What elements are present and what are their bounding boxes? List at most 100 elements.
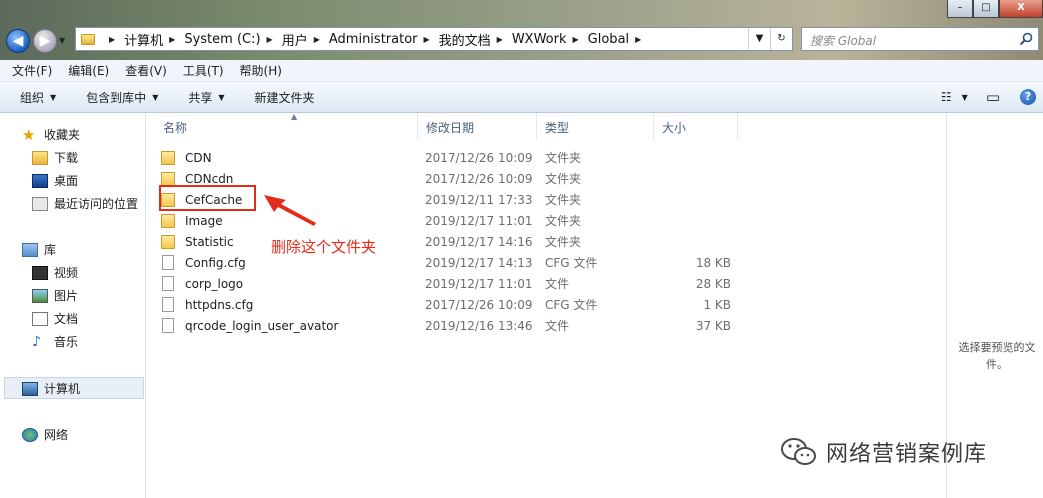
include-in-library-button[interactable]: 包含到库中 ▼ [86, 89, 158, 106]
breadcrumb-global[interactable]: Global [588, 32, 629, 47]
preview-pane-icon[interactable]: ▭ [986, 88, 1000, 106]
file-name: qrcode_login_user_avator [185, 318, 339, 333]
refresh-icon[interactable]: ↻ [770, 28, 792, 50]
sidebar-label: 计算机 [44, 382, 81, 396]
view-dropdown-icon[interactable]: ▼ [962, 93, 968, 102]
file-icon [162, 255, 174, 270]
file-row[interactable]: httpdns.cfg 2017/12/26 10:09 CFG 文件 1 KB [161, 294, 741, 315]
music-note-icon: ♪ [32, 333, 41, 350]
file-row[interactable]: Image 2019/12/17 11:01 文件夹 [161, 210, 741, 231]
address-dropdown[interactable]: ▼ [748, 28, 770, 50]
sidebar-item-videos[interactable]: 视频 [32, 264, 78, 281]
sidebar-item-desktop[interactable]: 桌面 [32, 172, 78, 189]
sidebar-label: 图片 [54, 289, 79, 303]
menu-bar: 文件(F) 编辑(E) 查看(V) 工具(T) 帮助(H) [0, 60, 1043, 82]
file-name: httpdns.cfg [185, 297, 254, 312]
menu-tools[interactable]: 工具(T) [183, 62, 224, 79]
breadcrumb-separator[interactable]: ▶ [573, 35, 579, 44]
forward-button[interactable]: ▶ [33, 29, 57, 53]
back-button[interactable]: ◀ [6, 29, 30, 53]
breadcrumb-separator[interactable]: ▶ [109, 35, 115, 44]
breadcrumb-separator[interactable]: ▶ [497, 35, 503, 44]
file-row[interactable]: CDN 2017/12/26 10:09 文件夹 [161, 147, 741, 168]
share-button[interactable]: 共享 ▼ [188, 89, 224, 106]
file-row[interactable]: Config.cfg 2019/12/17 14:13 CFG 文件 18 KB [161, 252, 741, 273]
file-icon [162, 276, 174, 291]
column-header-type[interactable]: 类型 [537, 113, 654, 140]
file-date: 2017/12/26 10:09 [425, 171, 533, 186]
downloads-folder-icon [32, 150, 48, 165]
include-label: 包含到库中 [86, 90, 147, 105]
breadcrumb-users[interactable]: 用户 [282, 30, 308, 49]
sidebar-item-music[interactable]: ♪ 音乐 [32, 333, 78, 350]
library-icon [22, 242, 38, 257]
new-folder-label: 新建文件夹 [254, 90, 315, 105]
breadcrumb-separator[interactable]: ▶ [314, 35, 320, 44]
breadcrumb-system-c[interactable]: System (C:) [184, 32, 260, 47]
sidebar-item-computer[interactable]: 计算机 [22, 380, 80, 397]
chevron-down-icon: ▼ [218, 92, 225, 102]
desktop-icon [32, 173, 48, 188]
breadcrumb-wxwork[interactable]: WXWork [512, 32, 567, 47]
file-date: 2019/12/11 17:33 [425, 192, 533, 207]
breadcrumb-separator[interactable]: ▶ [635, 35, 641, 44]
folder-icon [81, 33, 95, 45]
view-options-icon[interactable]: ☷ [941, 90, 952, 104]
minimize-button[interactable]: – [947, 0, 973, 18]
sidebar-item-downloads[interactable]: 下载 [32, 149, 78, 166]
breadcrumb-separator[interactable]: ▶ [424, 35, 430, 44]
file-date: 2019/12/17 14:16 [425, 234, 533, 249]
chevron-down-icon: ▼ [152, 92, 159, 102]
sidebar-item-libraries[interactable]: 库 [22, 241, 56, 258]
menu-file[interactable]: 文件(F) [12, 62, 52, 79]
search-box[interactable]: 搜索 Global [801, 27, 1039, 51]
sort-ascending-icon: ▲ [291, 112, 298, 121]
search-icon[interactable] [1019, 32, 1033, 46]
maximize-button[interactable]: □ [973, 0, 999, 18]
computer-icon [22, 381, 38, 396]
column-header-date[interactable]: 修改日期 [418, 113, 537, 140]
breadcrumb-separator[interactable]: ▶ [169, 35, 175, 44]
share-label: 共享 [188, 90, 213, 105]
document-icon [32, 311, 48, 326]
column-label: 名称 [163, 121, 188, 135]
organize-label: 组织 [20, 90, 45, 105]
breadcrumb-computer[interactable]: 计算机 [124, 30, 163, 49]
sidebar-item-recent[interactable]: 最近访问的位置 [32, 195, 138, 212]
file-size: 18 KB [695, 255, 731, 270]
window-controls: – □ X [947, 0, 1043, 20]
sidebar-label: 下载 [54, 151, 79, 165]
file-row[interactable]: corp_logo 2019/12/17 11:01 文件 28 KB [161, 273, 741, 294]
menu-edit[interactable]: 编辑(E) [68, 62, 109, 79]
column-header-size[interactable]: 大小 [654, 113, 738, 140]
file-row[interactable]: Statistic 2019/12/17 14:16 文件夹 [161, 231, 741, 252]
file-size: 37 KB [695, 318, 731, 333]
file-date: 2017/12/26 10:09 [425, 150, 533, 165]
breadcrumb-my-documents[interactable]: 我的文档 [439, 30, 491, 49]
watermark: 网络营销案例库 [780, 436, 987, 468]
new-folder-button[interactable]: 新建文件夹 [255, 89, 315, 106]
sidebar-item-favorites[interactable]: ★ 收藏夹 [22, 126, 80, 143]
annotation-highlight-box [159, 185, 256, 211]
help-icon[interactable]: ? [1020, 89, 1036, 105]
menu-help[interactable]: 帮助(H) [240, 62, 282, 79]
wechat-icon [781, 438, 816, 465]
sidebar-item-pictures[interactable]: 图片 [32, 287, 78, 304]
sidebar-item-documents[interactable]: 文档 [32, 310, 78, 327]
breadcrumb-separator[interactable]: ▶ [267, 35, 273, 44]
close-button[interactable]: X [999, 0, 1043, 18]
file-date: 2017/12/26 10:09 [425, 297, 533, 312]
organize-button[interactable]: 组织 ▼ [20, 89, 56, 106]
breadcrumb-administrator[interactable]: Administrator [329, 32, 418, 47]
recent-pages-dropdown[interactable]: ▼ [59, 33, 71, 49]
sidebar-label: 收藏夹 [44, 128, 81, 142]
command-bar: 组织 ▼ 包含到库中 ▼ 共享 ▼ 新建文件夹 ☷ ▼ ▭ ? [0, 82, 1043, 113]
column-header-name[interactable]: 名称 ▲ [155, 112, 418, 140]
menu-view[interactable]: 查看(V) [125, 62, 167, 79]
file-row[interactable]: qrcode_login_user_avator 2019/12/16 13:4… [161, 315, 741, 336]
address-bar[interactable]: ▶ 计算机 ▶ System (C:) ▶ 用户 ▶ Administrator ▶ 我… [75, 27, 793, 51]
file-name: CDN [185, 150, 212, 165]
file-type: 文件夹 [545, 193, 582, 207]
search-input[interactable]: 搜索 Global [810, 32, 876, 49]
sidebar-item-network[interactable]: 网络 [22, 426, 68, 443]
